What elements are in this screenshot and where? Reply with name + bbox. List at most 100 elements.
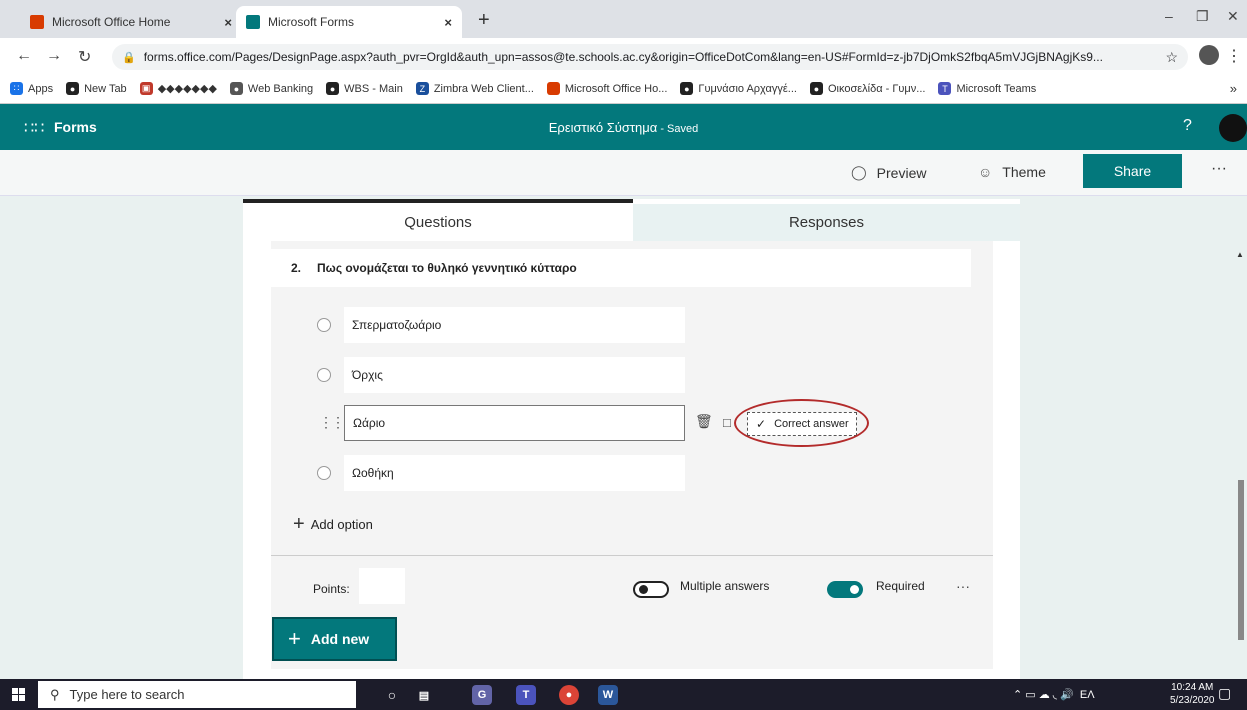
forms-header: ∷∷ Forms Ερειστικό Σύστημα - Saved ? <box>0 104 1247 150</box>
bookmark-web-banking[interactable]: ● Web Banking <box>229 82 313 95</box>
avatar[interactable] <box>1219 114 1247 142</box>
share-button[interactable]: Share <box>1083 154 1182 188</box>
globe-icon: ● <box>326 82 340 95</box>
tab-office-home[interactable]: Microsoft Office Home × <box>20 6 242 38</box>
cortana-icon[interactable]: ○ <box>382 685 402 705</box>
forward-icon[interactable]: → <box>46 47 62 65</box>
add-option-button[interactable]: + Add option <box>293 513 373 536</box>
minimize-icon[interactable]: – <box>1165 8 1173 24</box>
comment-icon[interactable]: □ <box>723 415 731 430</box>
office-icon <box>30 15 44 29</box>
trash-icon[interactable]: 🗑 <box>695 413 713 430</box>
close-icon[interactable]: × <box>444 15 452 30</box>
close-icon[interactable]: × <box>224 15 232 30</box>
app-icon[interactable]: G <box>472 685 492 705</box>
bookmark-zimbra[interactable]: Z Zimbra Web Client... <box>415 82 534 95</box>
windows-taskbar: ⚲ Type here to search ○ ▤ G T ● W ⌃ ▭ ☁ … <box>0 679 1247 710</box>
bookmark-oikoselida[interactable]: ● Οικοσελίδα - Γυμν... <box>809 82 925 95</box>
close-window-icon[interactable]: ✕ <box>1227 8 1239 25</box>
word-icon[interactable]: W <box>598 685 618 705</box>
preview-button[interactable]: ◯ Preview <box>851 164 926 181</box>
teams-icon: T <box>938 82 952 95</box>
globe-icon: ● <box>680 82 694 95</box>
option-field-active[interactable]: Ωάριο <box>344 405 685 441</box>
forms-icon <box>246 15 260 29</box>
url-input[interactable]: 🔒 forms.office.com/Pages/DesignPage.aspx… <box>112 44 1188 70</box>
radio-option-1[interactable] <box>317 318 331 332</box>
tab-responses[interactable]: Responses <box>633 204 1020 241</box>
toggle-knob <box>850 585 859 594</box>
reload-icon[interactable]: ↻ <box>78 47 91 67</box>
lock-icon: 🔒 <box>122 51 136 64</box>
task-view-icon[interactable]: ▤ <box>414 685 434 705</box>
required-label: Required <box>876 579 925 593</box>
teams-icon[interactable]: T <box>516 685 536 705</box>
chrome-icon[interactable]: ● <box>559 685 579 705</box>
radio-option-2[interactable] <box>317 368 331 382</box>
apps-grid-icon: ∷ <box>10 82 23 95</box>
command-bar: ◯ Preview ☺ Theme <box>0 150 1247 196</box>
drag-handle-icon[interactable]: ⋮⋮ <box>319 414 345 431</box>
question-more-icon[interactable]: ··· <box>956 578 970 594</box>
help-icon[interactable]: ? <box>1183 117 1192 135</box>
notifications-icon[interactable]: ▢ <box>1218 685 1231 702</box>
palette-icon: ☺ <box>978 164 993 180</box>
globe-icon: ● <box>66 82 80 95</box>
windows-start-icon[interactable] <box>12 688 25 701</box>
bookmark-office-home[interactable]: Microsoft Office Ho... <box>546 82 667 95</box>
clock[interactable]: 10:24 AM 5/23/2020 <box>1170 681 1215 707</box>
bookmarks-overflow-icon[interactable]: » <box>1230 81 1237 96</box>
tab-title: Microsoft Office Home <box>52 15 171 29</box>
points-label: Points: <box>313 582 350 596</box>
bookmark-wbs-main[interactable]: ● WBS - Main <box>326 82 403 95</box>
form-title: Ερειστικό Σύστημα - Saved <box>548 120 699 135</box>
points-input[interactable] <box>359 568 405 604</box>
question-number: 2. <box>291 261 302 275</box>
multiple-answers-toggle[interactable] <box>633 581 669 598</box>
form-editor-card: Questions Responses 2. Πως ονομάζεται το… <box>243 199 1020 679</box>
option-field[interactable]: Όρχις <box>344 357 685 393</box>
highlight-ellipse <box>734 399 869 447</box>
zimbra-icon: Z <box>415 82 429 95</box>
editor-tabs: Questions Responses <box>243 199 1020 241</box>
bookmarks-bar: ∷ Apps ● New Tab ▣ ◆◆◆◆◆◆◆ ● Web Banking ● WB… <box>0 74 1247 104</box>
browser-menu-icon[interactable]: ⋮ <box>1226 46 1242 66</box>
question-footer: Points: Multiple answers Required ··· <box>271 555 993 607</box>
restore-icon[interactable]: ❐ <box>1196 8 1209 25</box>
bank-icon: ▣ <box>139 82 153 95</box>
address-bar-row: ← → ↻ 🔒 forms.office.com/Pages/DesignPag… <box>0 38 1247 74</box>
multiple-answers-label: Multiple answers <box>680 579 770 593</box>
scroll-up-icon[interactable]: ▲ <box>1236 250 1244 259</box>
tab-questions[interactable]: Questions <box>243 199 633 241</box>
toggle-knob <box>639 585 648 594</box>
profile-avatar[interactable] <box>1199 45 1219 65</box>
bookmark-encoded[interactable]: ▣ ◆◆◆◆◆◆◆ <box>139 82 217 95</box>
bookmark-gymnasio[interactable]: ● Γυμνάσιο Αρχαγγέ... <box>680 82 797 95</box>
scrollbar[interactable] <box>1238 480 1244 640</box>
radio-option-4[interactable] <box>317 466 331 480</box>
star-icon[interactable]: ☆ <box>1165 49 1178 66</box>
globe-icon: ● <box>809 82 823 95</box>
office-icon <box>546 82 560 95</box>
tab-microsoft-forms[interactable]: Microsoft Forms × <box>236 6 462 38</box>
plus-icon: + <box>293 513 305 535</box>
tab-title: Microsoft Forms <box>268 15 355 29</box>
bookmark-apps[interactable]: ∷ Apps <box>10 82 53 95</box>
back-icon[interactable]: ← <box>16 47 32 65</box>
browser-tab-strip: Microsoft Office Home × Microsoft Forms … <box>0 0 1247 38</box>
required-toggle[interactable] <box>827 581 863 598</box>
more-options-icon[interactable]: ··· <box>1211 160 1227 178</box>
add-new-button[interactable]: + Add new <box>272 617 397 661</box>
option-field[interactable]: Σπερματοζωάριο <box>344 307 685 343</box>
bookmark-teams[interactable]: T Microsoft Teams <box>938 82 1036 95</box>
system-tray[interactable]: ⌃ ▭ ☁ ◟ 🔊 ΕΛ <box>1013 688 1095 701</box>
question-block: 2. Πως ονομάζεται το θυληκό γεννητικό κύ… <box>271 241 993 669</box>
new-tab-button[interactable]: + <box>478 10 490 30</box>
taskbar-search-input[interactable]: ⚲ Type here to search <box>38 681 356 708</box>
question-title[interactable]: 2. Πως ονομάζεται το θυληκό γεννητικό κύ… <box>271 249 971 287</box>
bookmark-new-tab[interactable]: ● New Tab <box>66 82 127 95</box>
option-field[interactable]: Ωοθήκη <box>344 455 685 491</box>
question-text: Πως ονομάζεται το θυληκό γεννητικό κύττα… <box>317 261 577 275</box>
theme-button[interactable]: ☺ Theme <box>978 164 1046 180</box>
plus-icon: + <box>288 626 301 651</box>
